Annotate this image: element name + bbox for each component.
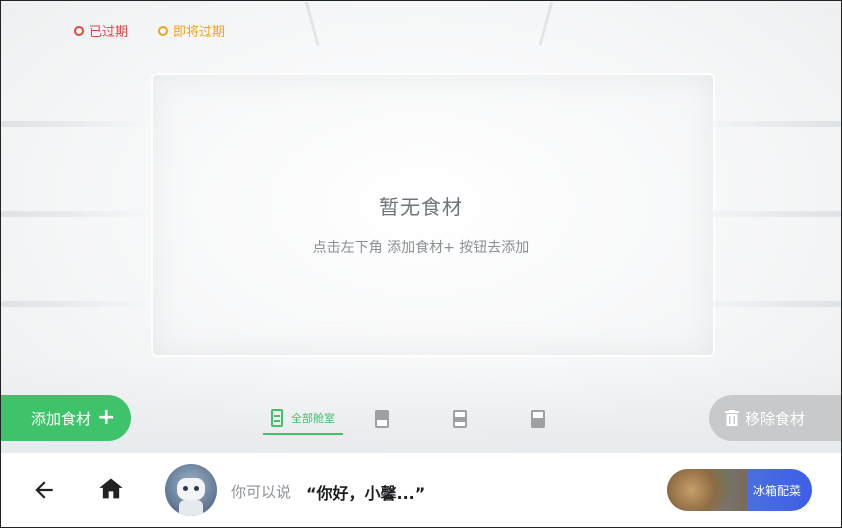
add-food-label: 添加食材 [31,409,92,428]
shelf-left [1,301,151,307]
shelf-right [691,301,841,307]
shelf-left [1,121,151,127]
shelf-right [691,121,841,127]
compartment-bottom-icon [531,410,545,428]
robot-face [177,478,205,500]
trash-icon [725,410,739,426]
robot-body [179,500,203,516]
empty-state-title: 暂无食材 [379,195,463,219]
bottom-bar: 你可以说 “你好，小馨...” 冰箱配菜 [1,453,841,527]
voice-hint: 你可以说 [231,483,292,501]
expiring-dot-icon [158,25,169,36]
tab-compartment-bottom[interactable] [499,404,577,434]
assistant-avatar[interactable] [165,464,217,516]
remove-food-label: 移除食材 [745,409,806,428]
cabinet-all-icon [271,409,283,427]
empty-state-subtitle: 点击左下角 添加食材+ 按钮去添加 [312,240,530,256]
expiry-legend: 已过期 即将过期 [74,21,225,40]
app-frame: 已过期 即将过期 暂无食材 点击左下角 添加食材+ 按钮去添加 添加食材 + 全… [0,0,842,528]
recipe-label: 冰箱配菜 [753,484,802,498]
compartment-top-icon [375,410,389,428]
tab-compartment-middle[interactable] [421,404,499,434]
compartment-tabs: 全部舱室 [263,403,577,435]
tab-compartment-top[interactable] [343,404,421,434]
legend-expired: 已过期 [74,21,128,40]
recipe-thumbnail [667,469,747,511]
fridge-recipe-button[interactable]: 冰箱配菜 [667,469,812,511]
fridge-interior-background [1,1,841,453]
legend-expiring: 即将过期 [158,21,225,40]
add-food-button[interactable]: 添加食材 + [1,395,131,441]
remove-food-button[interactable]: 移除食材 [709,395,841,441]
compartment-middle-icon [453,410,467,428]
expired-dot-icon [74,25,84,36]
home-icon[interactable] [97,475,125,503]
tab-all-compartments-label: 全部舱室 [291,412,335,425]
legend-expiring-label: 即将过期 [173,25,226,40]
plus-icon: + [97,405,116,430]
tab-all-compartments[interactable]: 全部舱室 [263,403,343,435]
back-arrow-icon[interactable] [31,477,57,503]
voice-quote: “你好，小馨...” [306,484,426,503]
legend-expired-label: 已过期 [89,25,129,40]
fridge-light [304,2,554,46]
